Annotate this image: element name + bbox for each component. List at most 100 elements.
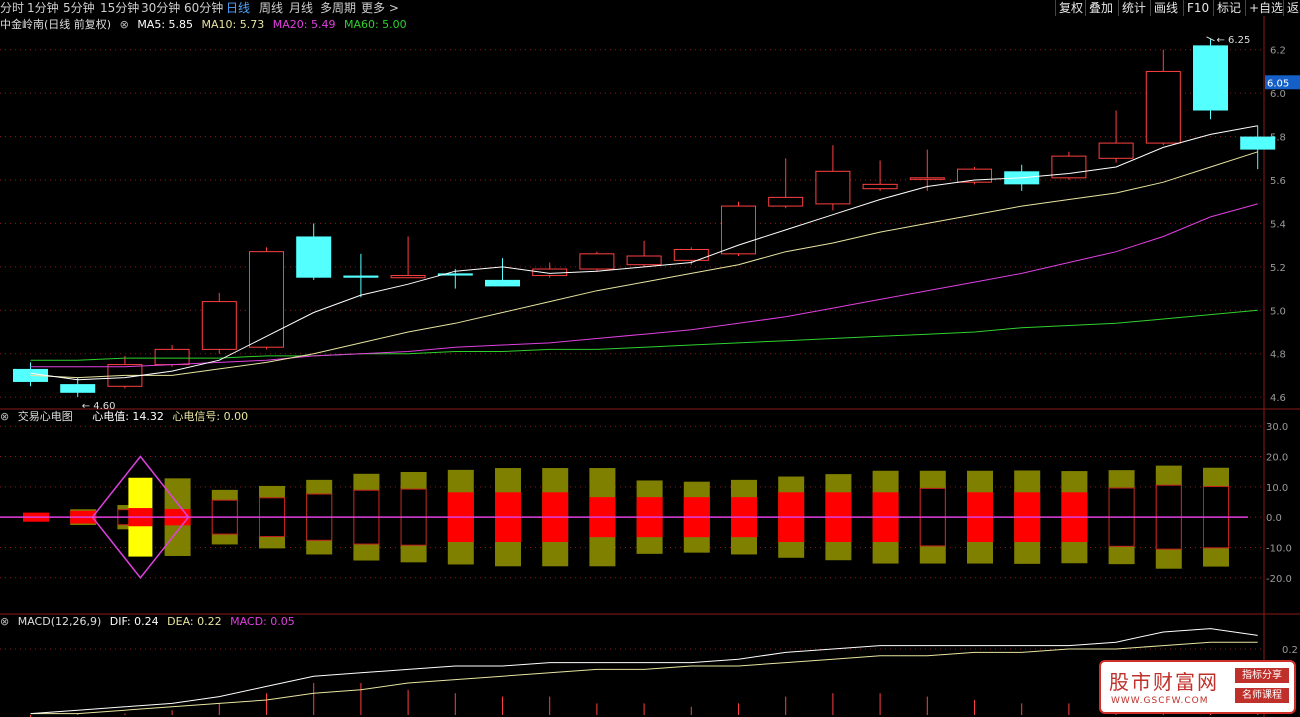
- tab-10[interactable]: 更多 >: [361, 0, 399, 16]
- macd-ytick-0: 0.2: [1282, 645, 1298, 656]
- candle-body: [579, 253, 615, 270]
- main-ytick-8: 6.2: [1270, 46, 1286, 57]
- tab-7[interactable]: 周线: [259, 0, 283, 16]
- stock-chart: 4.64.85.05.25.45.65.86.06.2← 6.25← 4.606…: [0, 16, 1300, 717]
- candle-body: [1193, 45, 1228, 111]
- candle-body: [626, 255, 662, 266]
- ecg-name: 交易心电图: [17, 410, 73, 423]
- candle-body: [485, 279, 520, 287]
- toolbar-button-6[interactable]: +自选: [1245, 0, 1286, 16]
- main-ytick-5: 5.6: [1270, 176, 1286, 187]
- candle-body: [201, 301, 237, 350]
- candle-body: [1240, 136, 1276, 150]
- candle-body: [249, 251, 284, 348]
- tab-4[interactable]: 30分钟: [141, 0, 180, 16]
- macd-legend: ⊗ MACD(12,26,9) DIF: 0.24 DEA: 0.22 MACD…: [0, 615, 300, 629]
- main-ytick-7: 6.0: [1270, 89, 1286, 100]
- dea-line: [30, 641, 1258, 715]
- candle-body: [532, 268, 568, 277]
- main-ytick-0: 4.6: [1270, 393, 1286, 404]
- candle-5: [249, 247, 284, 350]
- candle-17: [815, 145, 851, 211]
- period-toolbar: 分时 1分钟 5分钟 15分钟 30分钟 60分钟 日线 周线 月线 多周期 更多 > 复权 叠加 统计画…: [0, 0, 1300, 16]
- candle-15: [721, 201, 756, 256]
- macd-value: MACD: 0.05: [230, 615, 295, 628]
- candle-22: [1051, 151, 1087, 180]
- tab-3[interactable]: 15分钟: [100, 0, 139, 16]
- candle-18: [862, 160, 898, 191]
- tab-8[interactable]: 月线: [289, 0, 313, 16]
- candle-16: [768, 158, 804, 209]
- watermark-tag-share: 指标分享: [1235, 668, 1289, 683]
- candle-body: [154, 348, 190, 366]
- candle-1: [60, 377, 96, 398]
- candle-body: [1145, 70, 1181, 144]
- tab-9[interactable]: 多周期: [320, 0, 356, 16]
- candle-body: [862, 183, 898, 190]
- ma60-value: MA60: 5.00: [343, 18, 407, 31]
- macd-name: MACD(12,26,9): [17, 615, 102, 628]
- candle-body: [815, 170, 851, 205]
- macd-dea: DEA: 0.22: [167, 615, 222, 628]
- dif-line: [30, 628, 1258, 715]
- candle-6: [296, 223, 332, 280]
- ecg-toggle-icon[interactable]: ⊗: [0, 410, 9, 423]
- candle-body: [909, 177, 945, 180]
- candle-8: [390, 236, 426, 279]
- ma20-value: MA20: 5.49: [272, 18, 336, 31]
- ecg-ytick-0: -20.0: [1266, 574, 1292, 585]
- main-ytick-2: 5.0: [1270, 306, 1286, 317]
- candle-23: [1098, 110, 1134, 163]
- watermark-url: WWW.GSCFW.COM: [1111, 696, 1209, 706]
- high-price-label: ← 6.25: [1217, 35, 1251, 46]
- candle-2: [107, 355, 143, 389]
- main-ytick-1: 4.8: [1270, 350, 1286, 361]
- toolbar-button-4[interactable]: F10: [1183, 0, 1212, 16]
- ecg-legend: ⊗ 交易心电图 心电值: 14.32 心电信号: 0.00: [0, 410, 253, 424]
- tab-2[interactable]: 5分钟: [63, 0, 95, 16]
- ma10-value: MA10: 5.73: [201, 18, 265, 31]
- ma5-value: MA5: 5.85: [137, 18, 194, 31]
- stock-name: 中金岭南(日线 前复权): [0, 18, 112, 31]
- candle-body: [296, 236, 332, 278]
- candle-7: [343, 253, 379, 298]
- legend-toggle-icon[interactable]: ⊗: [120, 18, 129, 31]
- tab-6[interactable]: 日线: [226, 0, 250, 16]
- ecg-ytick-1: -10.0: [1266, 543, 1292, 554]
- ecg-ytick-2: 0.0: [1266, 513, 1282, 524]
- candle-body: [721, 205, 756, 255]
- candle-body: [390, 275, 426, 279]
- watermark-tag-course: 名师课程: [1235, 688, 1289, 703]
- toolbar-button-2[interactable]: 统计: [1118, 0, 1149, 16]
- ecg-ytick-3: 10.0: [1266, 483, 1288, 494]
- ecg-value: 心电值: 14.32: [92, 410, 164, 423]
- toolbar-button-1[interactable]: 叠加: [1085, 0, 1116, 16]
- tab-1[interactable]: 1分钟: [27, 0, 59, 16]
- candle-body: [768, 196, 804, 207]
- toolbar-button-5[interactable]: 标记: [1213, 0, 1244, 16]
- toolbar-button-3[interactable]: 画线: [1150, 0, 1181, 16]
- price-tag-text: 6.05: [1267, 78, 1289, 89]
- toolbar-button-7[interactable]: 返回: [1283, 0, 1300, 16]
- ecg-ytick-5: 30.0: [1266, 422, 1288, 433]
- candle-0: [13, 362, 48, 387]
- tab-0[interactable]: 分时: [0, 0, 24, 16]
- ecg-ytick-4: 20.0: [1266, 453, 1288, 464]
- candle-12: [579, 251, 615, 272]
- candle-3: [154, 345, 190, 367]
- candle-body: [60, 384, 96, 393]
- candle-9: [437, 269, 473, 289]
- toolbar-button-0[interactable]: 复权: [1055, 0, 1086, 16]
- macd-dif: DIF: 0.24: [109, 615, 159, 628]
- candle-10: [485, 258, 520, 287]
- macd-toggle-icon[interactable]: ⊗: [0, 615, 9, 628]
- candle-body: [1098, 142, 1134, 159]
- candle-24: [1145, 49, 1181, 146]
- main-ytick-4: 5.4: [1270, 219, 1286, 230]
- tab-5[interactable]: 60分钟: [184, 0, 223, 16]
- candle-4: [201, 292, 237, 354]
- candle-11: [532, 262, 568, 278]
- candle-body: [673, 248, 709, 261]
- site-watermark: 股市财富网 WWW.GSCFW.COM 指标分享 名师课程: [1099, 660, 1296, 714]
- main-legend: 中金岭南(日线 前复权) ⊗ MA5: 5.85 MA10: 5.73 MA20…: [0, 18, 412, 32]
